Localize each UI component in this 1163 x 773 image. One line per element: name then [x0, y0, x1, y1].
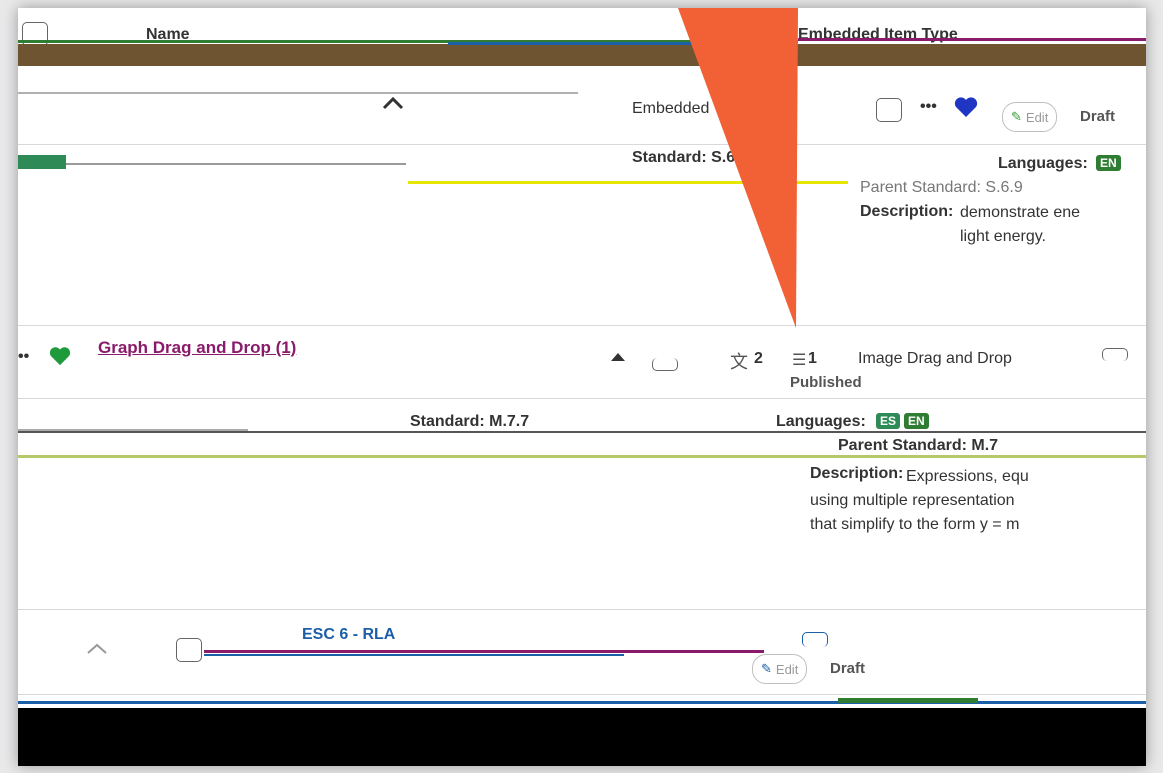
items-table-screenshot: Name Embedded Item Type Embedded Vocabul…: [18, 8, 1146, 766]
arrow-annotation: [678, 8, 798, 328]
